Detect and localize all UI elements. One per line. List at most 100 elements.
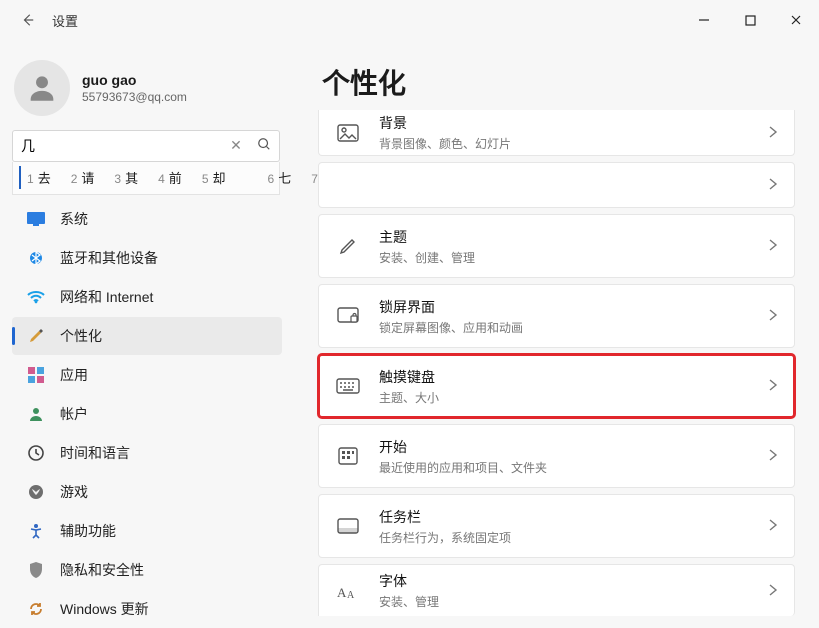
- window-controls: [681, 0, 819, 40]
- picture-icon: [335, 120, 361, 146]
- right-panel: 个性化 背景 背景图像、颜色、幻灯片: [300, 40, 819, 628]
- nav-item-bluetooth[interactable]: 蓝牙和其他设备: [12, 239, 282, 277]
- chevron-right-icon: [768, 308, 778, 324]
- nav-item-time-language[interactable]: 时间和语言: [12, 434, 282, 472]
- nav-label: 时间和语言: [60, 443, 130, 463]
- nav-list: 系统 蓝牙和其他设备 网络和 Internet 个性化: [12, 199, 300, 628]
- chevron-right-icon: [768, 518, 778, 534]
- wifi-icon: [26, 287, 46, 307]
- brush-icon: [335, 233, 361, 259]
- paintbrush-icon: [26, 326, 46, 346]
- bluetooth-icon: [26, 248, 46, 268]
- nav-item-privacy[interactable]: 隐私和安全性: [12, 551, 282, 589]
- keyboard-icon: [335, 373, 361, 399]
- nav-label: 帐户: [60, 404, 88, 424]
- card-themes[interactable]: 主题 安装、创建、管理: [318, 214, 795, 278]
- shield-icon: [26, 560, 46, 580]
- user-name: guo gao: [82, 72, 187, 88]
- nav-label: 蓝牙和其他设备: [60, 248, 158, 268]
- update-icon: [26, 599, 46, 619]
- nav-item-windows-update[interactable]: Windows 更新: [12, 590, 282, 628]
- card-sub: 最近使用的应用和项目、文件夹: [379, 459, 547, 476]
- placeholder-icon: [335, 172, 361, 198]
- card-sub: 背景图像、颜色、幻灯片: [379, 135, 511, 152]
- maximize-button[interactable]: [727, 0, 773, 40]
- svg-text:A: A: [337, 585, 347, 600]
- taskbar-icon: [335, 513, 361, 539]
- search-icon[interactable]: [249, 137, 279, 154]
- person-icon: [26, 404, 46, 424]
- minimize-button[interactable]: [681, 0, 727, 40]
- nav-item-personalization[interactable]: 个性化: [12, 317, 282, 355]
- nav-item-system[interactable]: 系统: [12, 200, 282, 238]
- font-icon: AA: [335, 578, 361, 604]
- ime-candidate[interactable]: 2 请: [63, 166, 103, 189]
- user-block[interactable]: guo gao 55793673@qq.com: [12, 40, 300, 130]
- card-title: 锁屏界面: [379, 297, 523, 317]
- card-title: 字体: [379, 571, 439, 591]
- nav-item-account[interactable]: 帐户: [12, 395, 282, 433]
- card-start[interactable]: 开始 最近使用的应用和项目、文件夹: [318, 424, 795, 488]
- card-fonts[interactable]: AA 字体 安装、管理: [318, 564, 795, 616]
- window-title: 设置: [52, 11, 78, 30]
- ime-candidate[interactable]: 3 其: [106, 166, 146, 189]
- nav-item-accessibility[interactable]: 辅助功能: [12, 512, 282, 550]
- card-sub: 安装、创建、管理: [379, 249, 475, 266]
- card-list: 背景 背景图像、颜色、幻灯片 主题: [318, 110, 795, 616]
- title-bar: 设置: [0, 0, 819, 40]
- back-button[interactable]: [12, 4, 44, 36]
- chevron-right-icon: [768, 583, 778, 599]
- search-input[interactable]: 几 ✕: [12, 130, 280, 162]
- card-sub: 锁定屏幕图像、应用和动画: [379, 319, 523, 336]
- card-sub: 安装、管理: [379, 593, 439, 610]
- ime-candidate[interactable]: 6 七: [260, 166, 300, 189]
- card-taskbar[interactable]: 任务栏 任务栏行为，系统固定项: [318, 494, 795, 558]
- card-sub: 主题、大小: [379, 389, 439, 406]
- clear-icon[interactable]: ✕: [223, 137, 249, 154]
- nav-label: Windows 更新: [60, 599, 149, 619]
- card-colors-collapsed[interactable]: [318, 162, 795, 208]
- chevron-right-icon: [768, 125, 778, 141]
- nav-label: 游戏: [60, 482, 88, 502]
- chevron-right-icon: [768, 238, 778, 254]
- clock-icon: [26, 443, 46, 463]
- card-background[interactable]: 背景 背景图像、颜色、幻灯片: [318, 110, 795, 156]
- nav-label: 网络和 Internet: [60, 287, 153, 307]
- start-icon: [335, 443, 361, 469]
- apps-icon: [26, 365, 46, 385]
- ime-candidate[interactable]: 4 前: [150, 166, 190, 189]
- card-title: 任务栏: [379, 507, 511, 527]
- ime-candidate-bar: 1 去 2 请 3 其 4 前 5 却 6 七: [12, 162, 280, 195]
- nav-label: 个性化: [60, 326, 102, 346]
- chevron-right-icon: [768, 378, 778, 394]
- left-panel: guo gao 55793673@qq.com 几 ✕ 1 去 2 请 3: [0, 40, 300, 628]
- user-email: 55793673@qq.com: [82, 90, 187, 104]
- lockscreen-icon: [335, 303, 361, 329]
- page-title: 个性化: [322, 62, 795, 102]
- card-sub: 任务栏行为，系统固定项: [379, 529, 511, 546]
- nav-item-network[interactable]: 网络和 Internet: [12, 278, 282, 316]
- close-button[interactable]: [773, 0, 819, 40]
- avatar: [14, 60, 70, 116]
- accessibility-icon: [26, 521, 46, 541]
- chevron-right-icon: [768, 448, 778, 464]
- svg-text:A: A: [347, 590, 355, 600]
- nav-label: 应用: [60, 365, 88, 385]
- nav-label: 系统: [60, 209, 88, 229]
- card-title: 开始: [379, 437, 547, 457]
- card-touch-keyboard[interactable]: 触摸键盘 主题、大小: [318, 354, 795, 418]
- chevron-right-icon: [768, 177, 778, 193]
- ime-candidate[interactable]: 1 去: [19, 166, 59, 189]
- card-title: 触摸键盘: [379, 367, 439, 387]
- card-title: 背景: [379, 113, 511, 133]
- nav-item-gaming[interactable]: 游戏: [12, 473, 282, 511]
- nav-label: 隐私和安全性: [60, 560, 144, 580]
- search-preedit: 几: [21, 136, 35, 156]
- nav-label: 辅助功能: [60, 521, 116, 541]
- card-lockscreen[interactable]: 锁屏界面 锁定屏幕图像、应用和动画: [318, 284, 795, 348]
- ime-candidate[interactable]: 5 却: [194, 166, 234, 189]
- card-title: 主题: [379, 227, 475, 247]
- nav-item-apps[interactable]: 应用: [12, 356, 282, 394]
- monitor-icon: [26, 209, 46, 229]
- xbox-icon: [26, 482, 46, 502]
